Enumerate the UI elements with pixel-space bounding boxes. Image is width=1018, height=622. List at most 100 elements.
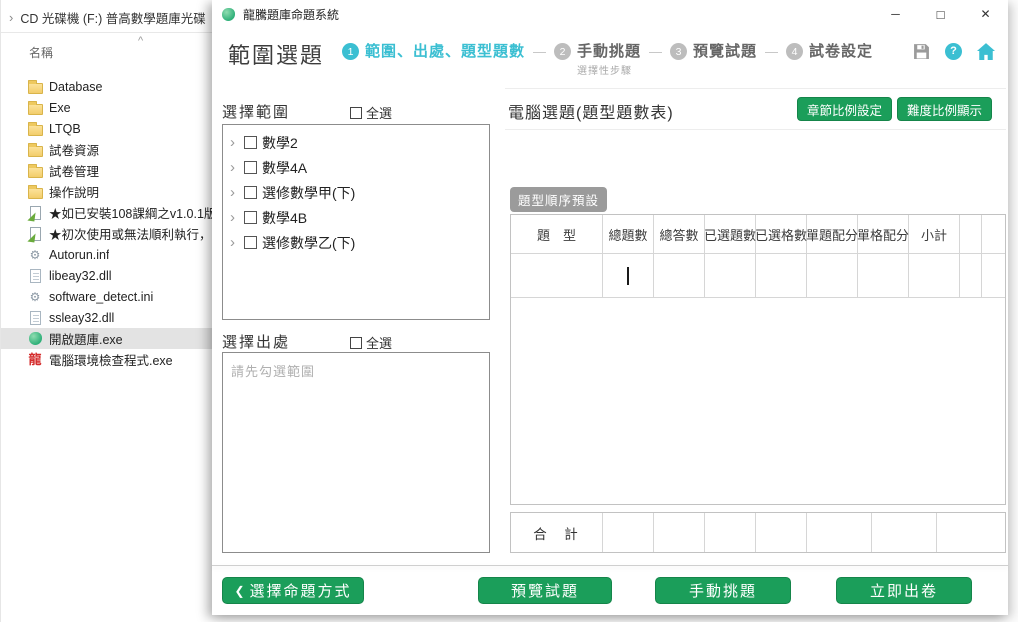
- folder-icon: [27, 184, 43, 200]
- step-separator: —: [649, 44, 662, 59]
- manual-pick-button[interactable]: 手動挑題: [655, 577, 791, 604]
- checkbox-icon[interactable]: [244, 236, 257, 249]
- col-points-per-question: 單題配分: [807, 215, 858, 253]
- step-number-badge: 4: [786, 43, 803, 60]
- tree-item-math4b[interactable]: › 數學4B: [223, 205, 489, 230]
- step-separator: —: [765, 44, 778, 59]
- cell-question-type[interactable]: [511, 254, 603, 297]
- dll-file-icon: [27, 310, 43, 326]
- total-cell: [603, 513, 654, 552]
- folder-icon: [27, 121, 43, 137]
- cell-selected-blanks[interactable]: [756, 254, 807, 297]
- page-title: 範圍選題: [228, 38, 324, 70]
- range-select-all[interactable]: 全選: [350, 103, 392, 122]
- tree-item-math2[interactable]: › 數學2: [223, 130, 489, 155]
- cell-selected-questions[interactable]: [705, 254, 756, 297]
- column-header-name[interactable]: 名稱: [29, 44, 53, 61]
- help-button[interactable]: ?: [945, 43, 962, 60]
- cell-subtotal[interactable]: [909, 254, 960, 297]
- desktop: › CD 光碟機 (F:) 普高數學題庫光碟 名稱 ^ Database Exe…: [0, 0, 1018, 622]
- tree-item-elective-b[interactable]: › 選修數學乙(下): [223, 230, 489, 255]
- folder-icon: [27, 79, 43, 95]
- source-panel-title: 選擇出處: [222, 331, 290, 352]
- divider: [505, 88, 1006, 89]
- tree-item-math4a[interactable]: › 數學4A: [223, 155, 489, 180]
- minimize-button[interactable]: ─: [873, 0, 918, 28]
- tree-item-label: 數學4A: [262, 158, 307, 178]
- floppy-icon: [913, 43, 930, 60]
- preview-questions-button[interactable]: 預覽試題: [478, 577, 612, 604]
- col-selected-questions: 已選題數: [705, 215, 756, 253]
- folder-icon: [27, 163, 43, 179]
- step-number-badge: 1: [342, 43, 359, 60]
- expand-chevron-icon[interactable]: ›: [230, 210, 244, 225]
- checkbox-icon[interactable]: [244, 211, 257, 224]
- titlebar: 龍騰題庫命題系統 ─ □ ✕: [212, 0, 1008, 28]
- question-type-table: 題 型 總題數 總答數 已選題數 已選格數 單題配分 單格配分 小計: [510, 214, 1006, 505]
- back-to-mode-button[interactable]: ❮ 選擇命題方式: [222, 577, 364, 604]
- explorer-tree-node-cd-drive[interactable]: › CD 光碟機 (F:) 普高數學題庫光碟: [1, 6, 206, 28]
- file-name: software_detect.ini: [49, 290, 153, 304]
- cell-total-answers[interactable]: [654, 254, 705, 297]
- step-4-paper-settings[interactable]: 4 試卷設定: [786, 42, 873, 61]
- divider: [212, 565, 1008, 566]
- tree-item-label: 選修數學乙(下): [262, 233, 355, 253]
- total-cell: [937, 513, 1005, 552]
- checkbox-icon[interactable]: [350, 107, 362, 119]
- tree-item-elective-a[interactable]: › 選修數學甲(下): [223, 180, 489, 205]
- source-select-all[interactable]: 全選: [350, 333, 392, 352]
- total-cell: [705, 513, 756, 552]
- generate-paper-button[interactable]: 立即出卷: [836, 577, 972, 604]
- expand-chevron-icon[interactable]: ›: [230, 135, 244, 150]
- question-order-badge[interactable]: 題型順序預設: [510, 187, 607, 212]
- total-row: 合 計: [511, 513, 1005, 552]
- range-panel-header: 選擇範圍 全選: [222, 101, 490, 122]
- checkbox-icon[interactable]: [244, 186, 257, 199]
- back-button-label: 選擇命題方式: [250, 580, 352, 601]
- tree-item-label: 選修數學甲(下): [262, 183, 355, 203]
- table-header-row: 題 型 總題數 總答數 已選題數 已選格數 單題配分 單格配分 小計: [511, 215, 1005, 254]
- chevron-right-icon[interactable]: ›: [9, 10, 13, 25]
- difficulty-ratio-button[interactable]: 難度比例顯示: [897, 97, 992, 121]
- home-button[interactable]: [977, 42, 995, 60]
- tree-item-label: 數學2: [262, 133, 298, 153]
- cell-total-questions[interactable]: [603, 254, 654, 297]
- total-cell: [654, 513, 705, 552]
- tree-item-label: 數學4B: [262, 208, 307, 228]
- config-file-icon: ⚙: [27, 289, 43, 305]
- divider: [505, 129, 1006, 130]
- save-button[interactable]: [912, 42, 930, 60]
- step-label: 手動挑題: [577, 43, 641, 60]
- maximize-button[interactable]: □: [918, 0, 963, 28]
- cell-points-per-question[interactable]: [807, 254, 858, 297]
- close-button[interactable]: ✕: [963, 0, 1008, 28]
- step-2-manual-pick[interactable]: 2 手動挑題 選擇性步驟: [554, 42, 641, 77]
- checkbox-icon[interactable]: [350, 337, 362, 349]
- expand-chevron-icon[interactable]: ›: [230, 185, 244, 200]
- step-3-preview[interactable]: 3 預覽試題: [670, 42, 757, 61]
- source-panel-header: 選擇出處 全選: [222, 331, 490, 352]
- file-name: 開啟題庫.exe: [49, 329, 123, 348]
- expand-chevron-icon[interactable]: ›: [230, 160, 244, 175]
- total-cell: [756, 513, 807, 552]
- step-label: 預覽試題: [693, 42, 757, 61]
- app-green-icon: [27, 331, 43, 347]
- step-number-badge: 3: [670, 43, 687, 60]
- checkbox-icon[interactable]: [244, 136, 257, 149]
- step-label: 範圍、出處、題型題數: [365, 42, 525, 61]
- file-name: Database: [49, 80, 103, 94]
- col-total-answers: 總答數: [654, 215, 705, 253]
- cell-points-per-blank[interactable]: [858, 254, 909, 297]
- checkbox-icon[interactable]: [244, 161, 257, 174]
- file-name: 試卷管理: [49, 161, 99, 180]
- step-1-range-source-types[interactable]: 1 範圍、出處、題型題數: [342, 42, 525, 61]
- header-toolbar: ?: [912, 42, 995, 60]
- folder-icon: [27, 142, 43, 158]
- file-name: 試卷資源: [49, 140, 99, 159]
- chevron-left-icon: ❮: [234, 584, 244, 598]
- expand-chevron-icon[interactable]: ›: [230, 235, 244, 250]
- folder-icon: [27, 100, 43, 116]
- app-window: 龍騰題庫命題系統 ─ □ ✕ 範圍選題 1 範圍、出處、題型題數 — 2 手動挑…: [212, 0, 1008, 615]
- chapter-ratio-button[interactable]: 章節比例設定: [797, 97, 892, 121]
- total-cell: [807, 513, 872, 552]
